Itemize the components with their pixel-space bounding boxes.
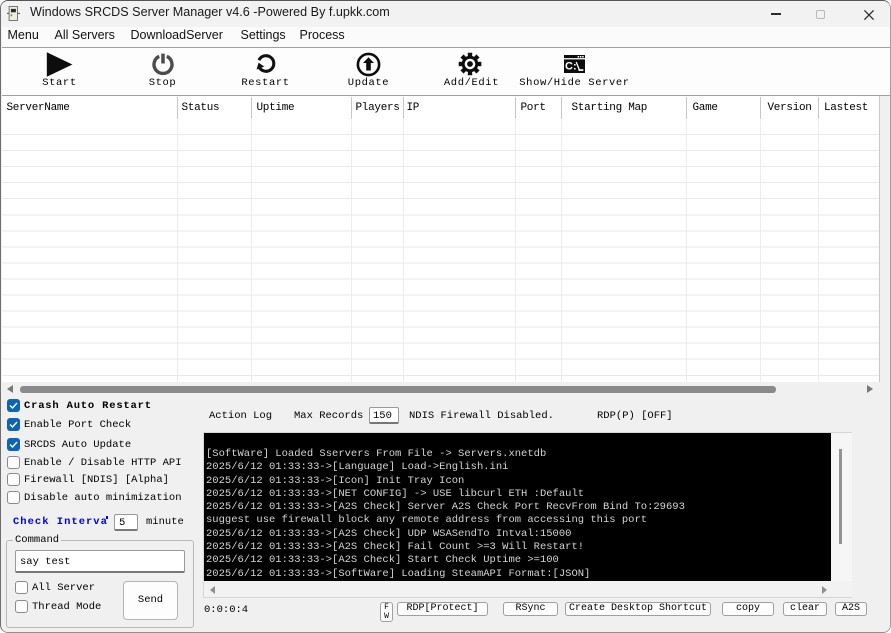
svg-text:C:: C:	[565, 61, 577, 73]
